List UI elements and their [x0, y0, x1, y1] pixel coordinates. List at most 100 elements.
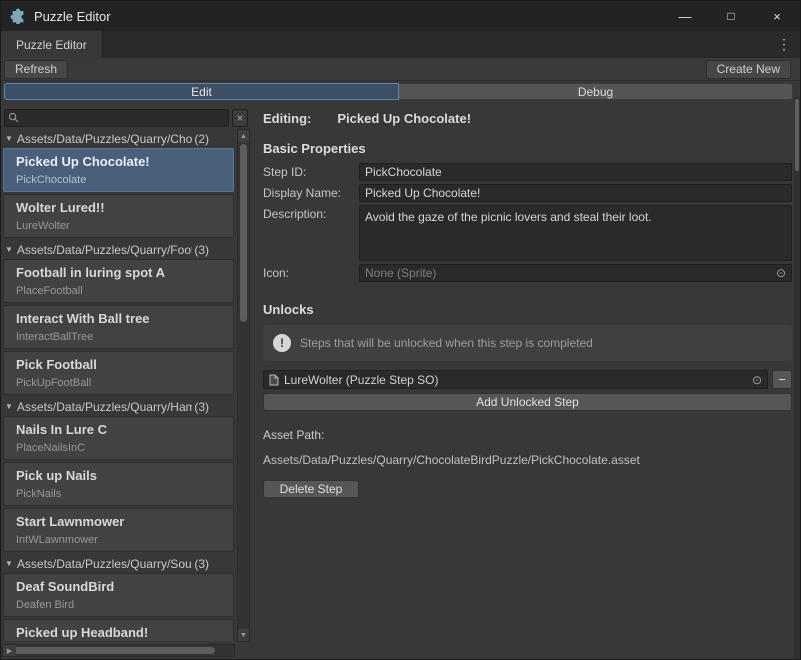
- vertical-scroll-thumb[interactable]: [240, 144, 247, 322]
- step-id: IntWLawnmower: [16, 534, 227, 546]
- step-id: PlaceNailsInC: [16, 442, 227, 454]
- step-title: Pick Football: [16, 357, 227, 372]
- tree-vertical-scrollbar[interactable]: ▲ ▼: [237, 129, 250, 642]
- kebab-menu-icon[interactable]: ⋮: [768, 31, 800, 58]
- step-tree: ▼ Assets/Data/Puzzles/Quarry/ChocolateBi…: [1, 129, 235, 641]
- search-icon: [8, 112, 19, 123]
- tree-item[interactable]: Wolter Lured!! LureWolter: [3, 194, 234, 238]
- group-count: (2): [194, 132, 209, 146]
- tab-puzzle-editor[interactable]: Puzzle Editor: [1, 31, 103, 58]
- object-picker-icon[interactable]: ⊙: [776, 267, 786, 279]
- step-id: PickChocolate: [16, 174, 227, 186]
- tab-edit[interactable]: Edit: [4, 83, 399, 100]
- tree-group-header[interactable]: ▼ Assets/Data/Puzzles/Quarry/SoundBirdPu…: [1, 554, 235, 573]
- search-box: [4, 109, 229, 127]
- group-label: Assets/Data/Puzzles/Quarry/FootballBirdP…: [17, 243, 192, 257]
- app-puzzle-icon: [10, 8, 26, 24]
- group-count: (3): [194, 400, 209, 414]
- search-clear-icon[interactable]: ×: [232, 109, 248, 127]
- tab-bar: Puzzle Editor ⋮: [1, 31, 800, 58]
- tab-debug[interactable]: Debug: [399, 83, 793, 100]
- step-id-input[interactable]: [359, 163, 792, 181]
- unlocked-step-label: LureWolter (Puzzle Step SO): [284, 373, 439, 387]
- tree-item[interactable]: Nails In Lure C PlaceNailsInC: [3, 416, 234, 460]
- tree-item[interactable]: Pick Football PickUpFootBall: [3, 351, 234, 395]
- tree-item[interactable]: Football in luring spot A PlaceFootball: [3, 259, 234, 303]
- description-row: Description: Avoid the gaze of the picni…: [263, 205, 792, 261]
- step-id: PlaceFootball: [16, 285, 227, 297]
- editing-label: Editing:: [263, 111, 311, 126]
- step-id: Deafen Bird: [16, 599, 227, 611]
- description-input[interactable]: Avoid the gaze of the picnic lovers and …: [359, 205, 792, 261]
- object-picker-icon[interactable]: ⊙: [752, 374, 762, 386]
- group-label: Assets/Data/Puzzles/Quarry/ChocolateBird…: [17, 132, 192, 146]
- unlocked-step-row: LureWolter (Puzzle Step SO) ⊙ −: [263, 370, 792, 389]
- display-name-label: Display Name:: [263, 184, 359, 200]
- search-input[interactable]: [4, 109, 229, 127]
- chevron-down-icon: ▼: [5, 134, 13, 143]
- remove-step-button[interactable]: −: [772, 370, 792, 389]
- group-label: Assets/Data/Puzzles/Quarry/SoundBirdPuzz…: [17, 557, 192, 571]
- scroll-right-icon[interactable]: ▶: [3, 645, 16, 656]
- step-id: PickNails: [16, 488, 227, 500]
- step-title: Start Lawnmower: [16, 514, 227, 529]
- step-title: Wolter Lured!!: [16, 200, 227, 215]
- display-name-row: Display Name:: [263, 184, 792, 202]
- title-bar: Puzzle Editor — □ ×: [1, 1, 800, 31]
- tree-item[interactable]: Picked up Headband!: [3, 619, 234, 641]
- icon-row: Icon: None (Sprite) ⊙: [263, 264, 792, 282]
- unlocks-help-text: Steps that will be unlocked when this st…: [300, 336, 593, 350]
- basic-properties-fields: Step ID: Display Name: Description: Avoi…: [263, 163, 792, 282]
- step-title: Picked up Headband!: [16, 625, 227, 640]
- toolbar: Refresh Create New: [1, 58, 800, 81]
- create-new-button[interactable]: Create New: [706, 60, 791, 79]
- step-id: PickUpFootBall: [16, 377, 227, 389]
- chevron-down-icon: ▼: [5, 245, 13, 254]
- horizontal-scroll-thumb[interactable]: [5, 647, 215, 654]
- tree-item[interactable]: Deaf SoundBird Deafen Bird: [3, 573, 234, 617]
- step-title: Deaf SoundBird: [16, 579, 227, 594]
- tree-horizontal-scrollbar[interactable]: ▶: [2, 644, 235, 657]
- unlocked-step-object-field[interactable]: LureWolter (Puzzle Step SO) ⊙: [263, 370, 768, 389]
- group-count: (3): [194, 557, 209, 571]
- step-id-label: Step ID:: [263, 163, 359, 179]
- tree-group-header[interactable]: ▼ Assets/Data/Puzzles/Quarry/HammerBirdP…: [1, 397, 235, 416]
- editing-header: Editing: Picked Up Chocolate!: [263, 111, 792, 126]
- unlocks-title: Unlocks: [263, 302, 792, 317]
- display-name-input[interactable]: [359, 184, 792, 202]
- description-label: Description:: [263, 205, 359, 221]
- asset-path-value: Assets/Data/Puzzles/Quarry/ChocolateBird…: [263, 453, 792, 467]
- scroll-up-icon[interactable]: ▲: [238, 130, 249, 142]
- tree-item[interactable]: Pick up Nails PickNails: [3, 462, 234, 506]
- tree-item[interactable]: Picked Up Chocolate! PickChocolate: [3, 148, 234, 192]
- step-editor-panel: Editing: Picked Up Chocolate! Basic Prop…: [253, 101, 792, 659]
- step-title: Nails In Lure C: [16, 422, 227, 437]
- scroll-down-icon[interactable]: ▼: [238, 629, 249, 641]
- close-icon[interactable]: ×: [754, 1, 800, 31]
- asset-path-label: Asset Path:: [263, 428, 792, 442]
- step-title: Football in luring spot A: [16, 265, 227, 280]
- window-title: Puzzle Editor: [34, 9, 111, 24]
- window-vertical-scrollbar[interactable]: [794, 97, 800, 659]
- tree-group-header[interactable]: ▼ Assets/Data/Puzzles/Quarry/FootballBir…: [1, 240, 235, 259]
- mode-tabs: Edit Debug: [4, 83, 793, 100]
- step-id-row: Step ID:: [263, 163, 792, 181]
- delete-step-button[interactable]: Delete Step: [263, 480, 359, 498]
- sidebar: × ▼ Assets/Data/Puzzles/Quarry/Chocolate…: [1, 101, 251, 659]
- group-count: (3): [194, 243, 209, 257]
- tree-item[interactable]: Start Lawnmower IntWLawnmower: [3, 508, 234, 552]
- add-unlocked-step-button[interactable]: Add Unlocked Step: [263, 393, 792, 411]
- minimize-icon[interactable]: —: [662, 1, 708, 31]
- icon-object-field[interactable]: None (Sprite) ⊙: [359, 264, 792, 282]
- unlocks-help-box: ! Steps that will be unlocked when this …: [263, 325, 792, 361]
- scriptable-object-icon: [269, 374, 279, 386]
- editing-step-name: Picked Up Chocolate!: [337, 111, 471, 126]
- step-id: LureWolter: [16, 220, 227, 232]
- info-icon: !: [273, 334, 291, 352]
- refresh-button[interactable]: Refresh: [4, 60, 68, 79]
- maximize-icon[interactable]: □: [708, 1, 754, 31]
- chevron-down-icon: ▼: [5, 559, 13, 568]
- window-scroll-thumb[interactable]: [795, 99, 799, 171]
- tree-group-header[interactable]: ▼ Assets/Data/Puzzles/Quarry/ChocolateBi…: [1, 129, 235, 148]
- tree-item[interactable]: Interact With Ball tree InteractBallTree: [3, 305, 234, 349]
